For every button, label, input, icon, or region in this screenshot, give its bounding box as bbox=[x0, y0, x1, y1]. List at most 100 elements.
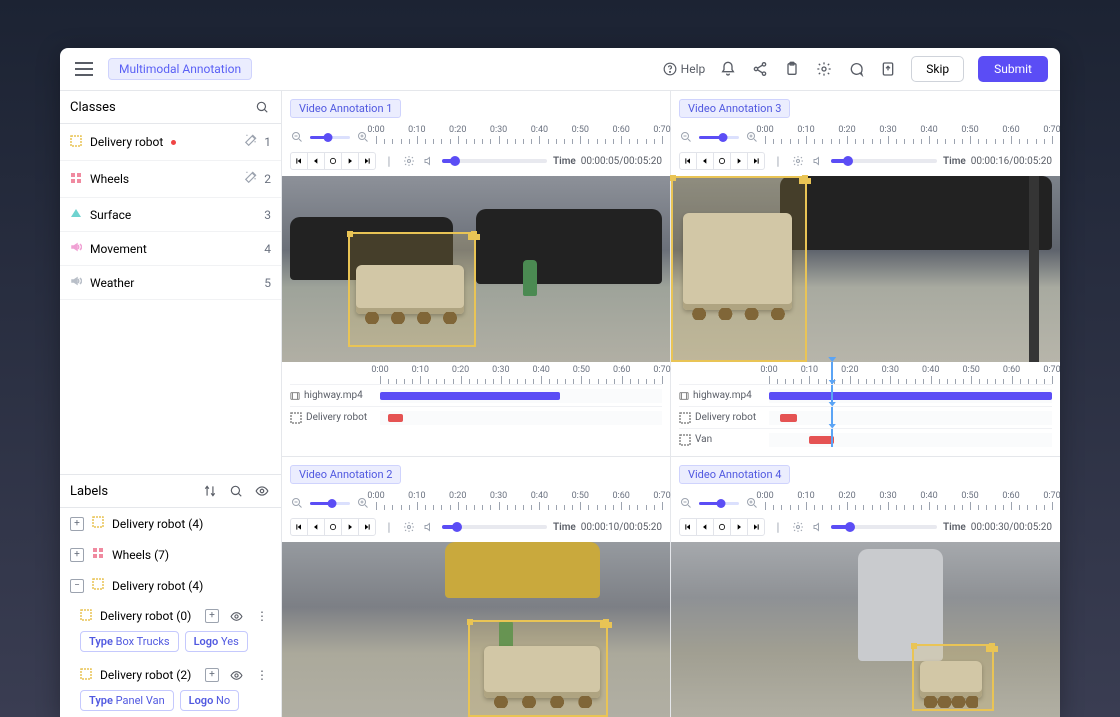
zoom-out-icon[interactable] bbox=[290, 496, 304, 510]
frame-ruler[interactable]: 0:000:100:200:300:400:500:600:70 bbox=[376, 492, 662, 514]
play-control-btn-0[interactable] bbox=[290, 518, 308, 536]
add-icon[interactable]: + bbox=[205, 609, 219, 623]
wand-icon[interactable] bbox=[244, 170, 258, 188]
label-group[interactable]: + Wheels (7) bbox=[60, 539, 281, 570]
play-control-btn-0[interactable] bbox=[290, 152, 308, 170]
play-control-btn-4[interactable] bbox=[747, 152, 765, 170]
play-control-btn-3[interactable] bbox=[341, 518, 359, 536]
play-control-btn-1[interactable] bbox=[696, 152, 714, 170]
timeline-ruler[interactable]: 0:000:100:200:300:400:500:600:70 bbox=[380, 366, 662, 384]
gear-icon[interactable] bbox=[791, 520, 805, 534]
scrubber[interactable] bbox=[442, 159, 547, 163]
play-control-btn-4[interactable] bbox=[358, 152, 376, 170]
label-instance[interactable]: Delivery robot (2) + ⋮ bbox=[70, 660, 281, 686]
play-control-btn-0[interactable] bbox=[679, 152, 697, 170]
scrubber[interactable] bbox=[831, 159, 937, 163]
track-lane[interactable] bbox=[380, 389, 662, 403]
bounding-box[interactable] bbox=[468, 620, 608, 717]
zoom-out-icon[interactable] bbox=[290, 130, 304, 144]
video-frame[interactable] bbox=[282, 176, 670, 362]
frame-ruler[interactable]: 0:000:100:200:300:400:500:600:70 bbox=[376, 126, 662, 148]
play-control-btn-2[interactable] bbox=[713, 518, 731, 536]
scrubber[interactable] bbox=[442, 525, 547, 529]
clipboard-icon[interactable] bbox=[783, 60, 801, 78]
zoom-slider[interactable] bbox=[310, 136, 350, 139]
settings-icon[interactable] bbox=[815, 60, 833, 78]
track-lane[interactable] bbox=[380, 411, 662, 425]
expand-icon[interactable]: + bbox=[70, 517, 84, 531]
timeline-ruler[interactable]: 0:000:100:200:300:400:500:600:70 bbox=[769, 366, 1052, 384]
track-segment[interactable] bbox=[388, 414, 402, 422]
submit-button[interactable]: Submit bbox=[978, 56, 1048, 82]
more-icon[interactable]: ⋮ bbox=[253, 666, 271, 684]
gear-icon[interactable] bbox=[402, 154, 416, 168]
play-control-btn-3[interactable] bbox=[730, 152, 748, 170]
audio-icon[interactable] bbox=[811, 154, 825, 168]
audio-icon[interactable] bbox=[811, 520, 825, 534]
audio-icon[interactable] bbox=[422, 520, 436, 534]
eye-icon[interactable] bbox=[253, 482, 271, 500]
play-control-btn-2[interactable] bbox=[324, 518, 342, 536]
frame-ruler[interactable]: 0:000:100:200:300:400:500:600:70 bbox=[765, 492, 1052, 514]
attribute-chip[interactable]: Logo Yes bbox=[185, 631, 248, 652]
expand-icon[interactable]: + bbox=[70, 548, 84, 562]
eye-icon[interactable] bbox=[227, 607, 245, 625]
gear-icon[interactable] bbox=[402, 520, 416, 534]
attribute-chip[interactable]: Type Panel Van bbox=[80, 690, 174, 711]
label-group[interactable]: + Delivery robot (4) bbox=[60, 508, 281, 539]
class-row[interactable]: Delivery robot 1 bbox=[60, 124, 281, 161]
playhead[interactable] bbox=[831, 385, 833, 403]
label-instance[interactable]: Delivery robot (0) + ⋮ bbox=[70, 601, 281, 627]
bounding-box[interactable] bbox=[671, 176, 807, 362]
export-icon[interactable] bbox=[879, 60, 897, 78]
class-row[interactable]: Wheels 2 bbox=[60, 161, 281, 198]
zoom-slider[interactable] bbox=[310, 502, 350, 505]
zoom-out-icon[interactable] bbox=[679, 496, 693, 510]
class-row[interactable]: Movement 4 bbox=[60, 232, 281, 266]
play-control-btn-3[interactable] bbox=[341, 152, 359, 170]
zoom-slider[interactable] bbox=[699, 502, 739, 505]
play-control-btn-1[interactable] bbox=[307, 518, 325, 536]
play-control-btn-2[interactable] bbox=[324, 152, 342, 170]
expand-icon[interactable]: − bbox=[70, 579, 84, 593]
cell-title[interactable]: Video Annotation 3 bbox=[679, 99, 790, 118]
play-control-btn-4[interactable] bbox=[747, 518, 765, 536]
play-control-btn-3[interactable] bbox=[730, 518, 748, 536]
playhead[interactable] bbox=[831, 429, 833, 447]
play-control-btn-1[interactable] bbox=[307, 152, 325, 170]
attribute-chip[interactable]: Type Box Trucks bbox=[80, 631, 179, 652]
cell-title[interactable]: Video Annotation 4 bbox=[679, 465, 790, 484]
bounding-box[interactable] bbox=[912, 644, 994, 711]
share-icon[interactable] bbox=[751, 60, 769, 78]
class-row[interactable]: Surface 3 bbox=[60, 198, 281, 232]
video-frame[interactable] bbox=[282, 542, 670, 717]
play-control-btn-2[interactable] bbox=[713, 152, 731, 170]
bounding-box[interactable] bbox=[348, 232, 476, 347]
video-frame[interactable] bbox=[671, 176, 1060, 362]
track-lane[interactable] bbox=[769, 389, 1052, 403]
cell-title[interactable]: Video Annotation 2 bbox=[290, 465, 401, 484]
comment-icon[interactable] bbox=[847, 60, 865, 78]
eye-icon[interactable] bbox=[227, 666, 245, 684]
track-lane[interactable] bbox=[769, 411, 1052, 425]
label-group[interactable]: − Delivery robot (4) bbox=[60, 570, 281, 601]
zoom-slider[interactable] bbox=[699, 136, 739, 139]
help-button[interactable]: Help bbox=[663, 62, 706, 76]
skip-button[interactable]: Skip bbox=[911, 56, 964, 82]
gear-icon[interactable] bbox=[791, 154, 805, 168]
track-segment[interactable] bbox=[769, 392, 1052, 400]
track-lane[interactable] bbox=[769, 433, 1052, 447]
add-icon[interactable]: + bbox=[205, 668, 219, 682]
more-icon[interactable]: ⋮ bbox=[253, 607, 271, 625]
track-segment[interactable] bbox=[380, 392, 560, 400]
cell-title[interactable]: Video Annotation 1 bbox=[290, 99, 401, 118]
play-control-btn-4[interactable] bbox=[358, 518, 376, 536]
video-frame[interactable] bbox=[671, 542, 1060, 717]
attribute-chip[interactable]: Logo No bbox=[180, 690, 240, 711]
wand-icon[interactable] bbox=[244, 133, 258, 151]
bell-icon[interactable] bbox=[719, 60, 737, 78]
project-pill[interactable]: Multimodal Annotation bbox=[108, 58, 252, 80]
search-icon[interactable] bbox=[253, 98, 271, 116]
scrubber[interactable] bbox=[831, 525, 937, 529]
class-row[interactable]: Weather 5 bbox=[60, 266, 281, 300]
